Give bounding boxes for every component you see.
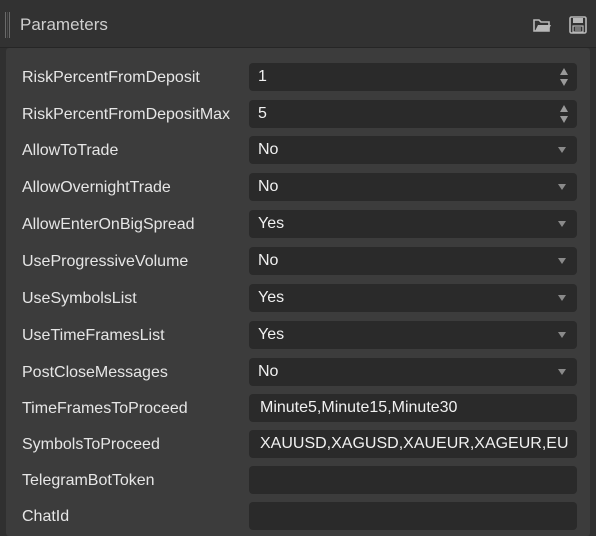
field-value: 5 [258,105,267,122]
telegram-bot-token-input[interactable] [249,466,577,494]
param-label: AllowToTrade [22,142,119,159]
spin-down-icon[interactable] [560,116,568,123]
chevron-down-icon [558,295,566,301]
field-value: No [258,252,279,269]
field-value: XAUUSD,XAGUSD,XAUEUR,XAGEUR,EU [260,435,569,452]
param-label: TelegramBotToken [22,472,155,489]
param-label: RiskPercentFromDepositMax [22,106,231,123]
param-label: AllowEnterOnBigSpread [22,216,195,233]
spin-up-icon[interactable] [560,105,568,112]
chevron-down-icon [558,147,566,153]
parameters-window: Parameters RiskPercentFromDeposit 1 Risk… [0,0,596,536]
param-label: PostCloseMessages [22,364,168,381]
allow-to-trade-select[interactable]: No [249,136,577,164]
field-value: No [258,363,279,380]
field-value: Yes [258,289,285,306]
parameters-panel: RiskPercentFromDeposit 1 RiskPercentFrom… [6,48,590,536]
param-row-risk-percent-from-deposit-max: RiskPercentFromDepositMax 5 [6,100,590,130]
allow-enter-on-big-spread-select[interactable]: Yes [249,210,577,238]
allow-overnight-trade-select[interactable]: No [249,173,577,201]
param-row-use-time-frames-list: UseTimeFramesList Yes [6,321,590,351]
field-value: Yes [258,215,285,232]
field-value: Yes [258,326,285,343]
param-row-telegram-bot-token: TelegramBotToken [6,466,590,496]
post-close-messages-select[interactable]: No [249,358,577,386]
field-value: Minute5,Minute15,Minute30 [260,399,458,416]
field-value: No [258,178,279,195]
window-title: Parameters [20,15,108,34]
risk-percent-from-deposit-input[interactable]: 1 [249,63,577,91]
param-label: AllowOvernightTrade [22,179,171,196]
use-progressive-volume-select[interactable]: No [249,247,577,275]
param-label: TimeFramesToProceed [22,400,188,417]
param-row-allow-overnight-trade: AllowOvernightTrade No [6,173,590,203]
field-value: No [258,141,279,158]
title-bar: Parameters [0,0,596,48]
chevron-down-icon [558,258,566,264]
param-label: UseTimeFramesList [22,327,165,344]
field-value: 1 [258,68,267,85]
param-label: SymbolsToProceed [22,436,160,453]
spin-down-icon[interactable] [560,79,568,86]
chat-id-input[interactable] [249,502,577,530]
param-row-symbols-to-proceed: SymbolsToProceed XAUUSD,XAGUSD,XAUEUR,XA… [6,430,590,460]
use-time-frames-list-select[interactable]: Yes [249,321,577,349]
param-row-allow-enter-on-big-spread: AllowEnterOnBigSpread Yes [6,210,590,240]
spin-up-icon[interactable] [560,68,568,75]
chevron-down-icon [558,184,566,190]
param-row-use-progressive-volume: UseProgressiveVolume No [6,247,590,277]
symbols-to-proceed-input[interactable]: XAUUSD,XAGUSD,XAUEUR,XAGEUR,EU [249,430,577,458]
param-label: RiskPercentFromDeposit [22,69,200,86]
param-row-post-close-messages: PostCloseMessages No [6,358,590,388]
param-row-chat-id: ChatId [6,502,590,532]
param-row-time-frames-to-proceed: TimeFramesToProceed Minute5,Minute15,Min… [6,394,590,424]
chevron-down-icon [558,369,566,375]
chevron-down-icon [558,221,566,227]
param-row-use-symbols-list: UseSymbolsList Yes [6,284,590,314]
risk-percent-from-deposit-max-input[interactable]: 5 [249,100,577,128]
use-symbols-list-select[interactable]: Yes [249,284,577,312]
param-label: ChatId [22,508,70,525]
open-folder-icon[interactable] [532,15,552,35]
param-row-risk-percent-from-deposit: RiskPercentFromDeposit 1 [6,63,590,93]
param-label: UseSymbolsList [22,290,137,307]
drag-grip-handle[interactable] [5,12,10,38]
save-icon[interactable] [568,15,588,35]
param-label: UseProgressiveVolume [22,253,189,270]
param-row-allow-to-trade: AllowToTrade No [6,136,590,166]
time-frames-to-proceed-input[interactable]: Minute5,Minute15,Minute30 [249,394,577,422]
chevron-down-icon [558,332,566,338]
